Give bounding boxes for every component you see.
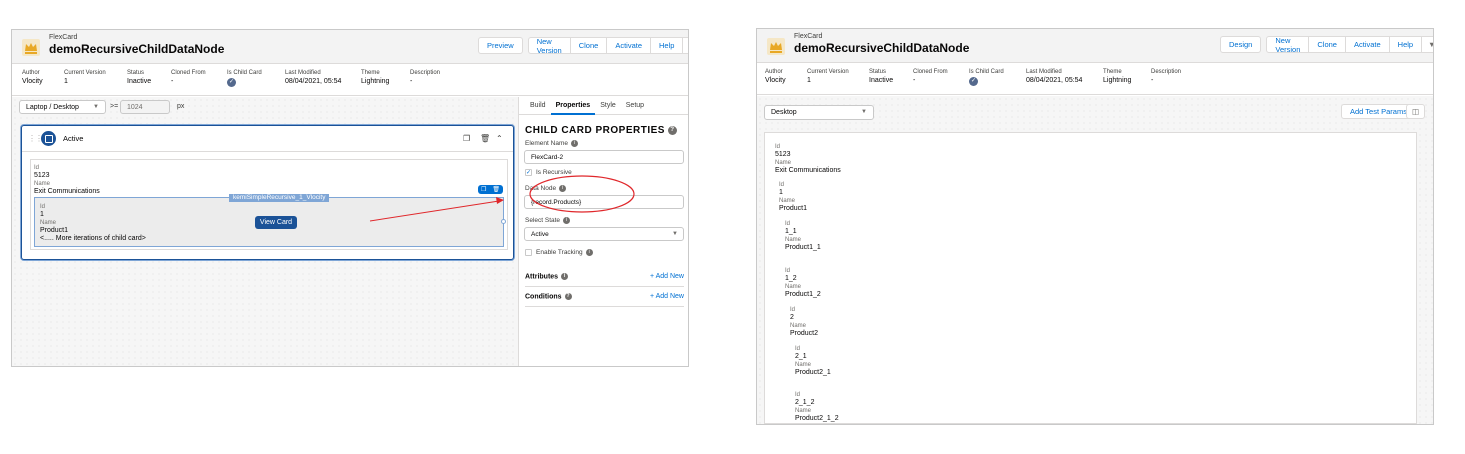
new-version-button[interactable]: New Version xyxy=(1266,36,1310,54)
annotation-overlay xyxy=(369,175,635,222)
header-bar: FlexCard demoRecursiveChildDataNode Desi… xyxy=(757,29,1433,63)
name-value: Product2 xyxy=(790,330,819,337)
name-label: Name xyxy=(775,160,792,166)
meta-value: - xyxy=(1151,77,1154,84)
device-select-value: Desktop xyxy=(771,109,797,116)
name-value: Product2_1_2 xyxy=(795,415,839,422)
card-node: Id 2_1_2 Name Product2_1_2 xyxy=(795,391,839,423)
name-label: Name xyxy=(779,198,796,204)
object-type-label: FlexCard xyxy=(794,33,823,40)
meta-label: Status xyxy=(869,69,887,75)
clone-button[interactable]: Clone xyxy=(1308,36,1346,53)
name-label: Name xyxy=(790,323,807,329)
id-value: 2 xyxy=(790,314,794,321)
meta-label: Author xyxy=(765,69,783,75)
card-node: Id 1_2 Name Product1_2 xyxy=(785,267,821,299)
preview-window: FlexCard demoRecursiveChildDataNode Desi… xyxy=(756,28,1434,425)
annotation-arrow xyxy=(369,200,500,222)
card-node: Id 1 Name Product1 xyxy=(779,181,807,213)
meta-label: Theme xyxy=(1103,69,1122,75)
meta-label: Current Version xyxy=(807,69,849,75)
card-node: Id 1_1 Name Product1_1 xyxy=(785,220,821,252)
chevron-down-icon[interactable]: ▼ xyxy=(1421,36,1433,53)
crown-icon xyxy=(767,38,785,55)
id-value: 1 xyxy=(779,189,783,196)
panel-toggle-icon[interactable]: ◫ xyxy=(1406,104,1426,119)
help-button[interactable]: Help xyxy=(1388,36,1423,53)
annotation-ellipse xyxy=(529,175,635,213)
id-label: Id xyxy=(790,307,796,313)
id-label: Id xyxy=(795,392,801,398)
id-label: Id xyxy=(785,268,791,274)
name-label: Name xyxy=(795,408,812,414)
designer-window: FlexCard demoRecursiveChildDataNode Prev… xyxy=(11,29,689,367)
meta-label: Last Modified xyxy=(1026,69,1062,75)
meta-value: 1 xyxy=(807,77,811,84)
record-details: Author Vlocity Current Version 1 Status Ina… xyxy=(757,63,1433,95)
id-label: Id xyxy=(795,346,801,352)
name-value: Product1 xyxy=(779,205,808,212)
add-test-params-button[interactable]: Add Test Params xyxy=(1341,104,1416,119)
name-value: Exit Communications xyxy=(775,167,841,174)
name-label: Name xyxy=(795,362,812,368)
design-button[interactable]: Design xyxy=(1220,36,1262,53)
id-value: 1_2 xyxy=(785,275,797,282)
id-value: 2_1 xyxy=(795,353,807,360)
id-value: 1_1 xyxy=(785,228,797,235)
name-value: Product2_1 xyxy=(795,369,831,376)
name-value: Product1_2 xyxy=(785,291,821,298)
chevron-down-icon: ▼ xyxy=(861,109,867,115)
card-node: Id 5123 Name Exit Communications xyxy=(775,143,841,175)
name-label: Name xyxy=(785,284,802,290)
meta-value: Vlocity xyxy=(765,77,786,84)
card-title: demoRecursiveChildDataNode xyxy=(794,41,970,55)
name-label: Name xyxy=(785,237,802,243)
name-value: Product1_1 xyxy=(785,244,821,251)
check-circle-icon: ✓ xyxy=(969,77,978,86)
id-label: Id xyxy=(785,221,791,227)
card-node: Id 2_1 Name Product2_1 xyxy=(795,345,831,377)
device-select[interactable]: Desktop ▼ xyxy=(764,105,874,120)
meta-label: Cloned From xyxy=(913,69,948,75)
card-node: Id 2 Name Product2 xyxy=(790,306,818,338)
id-value: 5123 xyxy=(775,151,791,158)
activate-button[interactable]: Activate xyxy=(1344,36,1390,53)
meta-value: 08/04/2021, 05:54 xyxy=(1026,77,1083,84)
meta-label: Description xyxy=(1151,69,1182,75)
meta-value: - xyxy=(913,77,916,84)
arrowhead-icon xyxy=(496,197,504,204)
preview-output: Id 5123 Name Exit Communications Id 1 Na… xyxy=(764,132,1417,424)
id-label: Id xyxy=(779,182,785,188)
id-value: 2_1_2 xyxy=(795,399,815,406)
meta-label: Is Child Card xyxy=(969,69,1004,75)
meta-value: Inactive xyxy=(869,77,894,84)
meta-value: Lightning xyxy=(1103,77,1132,84)
id-label: Id xyxy=(775,144,781,150)
